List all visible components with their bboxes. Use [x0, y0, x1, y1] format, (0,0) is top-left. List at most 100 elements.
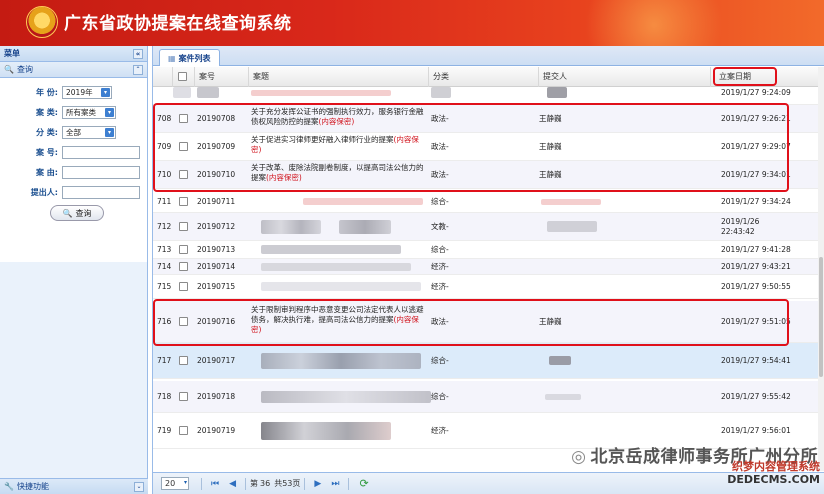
- page-number-input[interactable]: 36: [260, 479, 270, 488]
- blurred-content: [261, 282, 421, 291]
- blurred-content: [261, 421, 391, 440]
- row-category: 综合-: [431, 245, 449, 254]
- row-checkbox[interactable]: [179, 282, 188, 291]
- prev-page-icon[interactable]: ◀: [229, 479, 236, 489]
- row-category: 综合-: [431, 392, 449, 401]
- table-row[interactable]: 711 20190711 综合- 2019/1/27 9:34:24: [153, 191, 821, 213]
- wechat-icon: ◎: [571, 447, 587, 467]
- blurred-content: [547, 87, 567, 98]
- year-select-value: 2019年: [66, 88, 93, 97]
- row-number: 719: [157, 426, 172, 435]
- col-title[interactable]: 案题: [249, 67, 429, 87]
- row-case-no: 20190714: [197, 262, 236, 271]
- last-page-icon[interactable]: ⏭: [331, 479, 339, 489]
- collapse-query-icon[interactable]: ⌃: [133, 65, 143, 75]
- proposer-row: 提出人:: [4, 184, 143, 201]
- menu-title: 菜单: [4, 49, 20, 58]
- page-prefix: 第: [250, 479, 259, 488]
- table-row[interactable]: 715 20190715 经济- 2019/1/27 9:50:55: [153, 275, 821, 299]
- query-button[interactable]: 🔍 查询: [50, 205, 104, 221]
- grid-body: 2019/1/27 9:24:09 708 20190708 关于充分发挥公证书…: [153, 87, 821, 471]
- collapse-sidebar-icon[interactable]: «: [133, 49, 143, 59]
- row-date: 2019/1/27 9:50:55: [721, 281, 791, 291]
- blurred-content: [261, 219, 321, 234]
- row-checkbox[interactable]: [179, 222, 188, 231]
- chevron-down-icon: ▾: [183, 479, 187, 486]
- next-page-icon[interactable]: ▶: [314, 479, 321, 489]
- row-date: 2019/1/27 9:43:21: [721, 261, 791, 271]
- category-select-value: 全部: [66, 128, 81, 137]
- blurred-content: [251, 89, 391, 96]
- row-date: 2019/1/26 22:43:42: [721, 216, 760, 236]
- scrollbar-thumb[interactable]: [819, 257, 823, 377]
- table-row[interactable]: 717 20190717 综合- 2019/1/27 9:54:41: [153, 343, 821, 379]
- row-checkbox[interactable]: [179, 245, 188, 254]
- table-row[interactable]: 718 20190718 综合- 2019/1/27 9:55:42: [153, 381, 821, 413]
- case-subject-input[interactable]: [62, 166, 140, 179]
- select-all-checkbox[interactable]: [178, 72, 187, 81]
- col-case-no[interactable]: 案号: [195, 67, 249, 87]
- grid-icon: ▦: [168, 53, 176, 63]
- highlight-box: [713, 67, 777, 86]
- row-checkbox[interactable]: [179, 356, 188, 365]
- app-header: 广东省政协提案在线查询系统: [0, 0, 824, 46]
- vertical-scrollbar[interactable]: [818, 67, 824, 471]
- row-number: 714: [157, 262, 172, 271]
- row-checkbox[interactable]: [179, 392, 188, 401]
- row-category: 综合-: [431, 197, 449, 206]
- pagination-bar: 20 ▾ ⏮ ◀ 第 36 共53页 ▶ ⏭ ⟳: [153, 472, 824, 494]
- year-select[interactable]: 2019年 ▾: [62, 86, 112, 99]
- table-row[interactable]: 712 20190712 文教- 2019/1/26 22:43:42: [153, 213, 821, 241]
- col-submitter[interactable]: 提交人: [539, 67, 711, 87]
- proposer-input[interactable]: [62, 186, 140, 199]
- table-row[interactable]: 714 20190714 经济- 2019/1/27 9:43:21: [153, 259, 821, 275]
- chevron-down-icon: ▾: [105, 108, 114, 117]
- row-case-no: 20190718: [197, 392, 236, 401]
- row-number: 717: [157, 356, 172, 365]
- col-category[interactable]: 分类: [429, 67, 539, 87]
- query-button-label: 查询: [75, 208, 92, 218]
- page-indicator: 第 36 共53页: [250, 478, 300, 489]
- refresh-icon[interactable]: ⟳: [359, 477, 368, 490]
- row-date: 2019/1/27 9:55:42: [721, 391, 791, 401]
- row-category: 经济-: [431, 426, 449, 435]
- page-size-select[interactable]: 20 ▾: [161, 477, 189, 490]
- first-page-icon[interactable]: ⏮: [211, 479, 219, 489]
- tab-bar: ▦ 案件列表: [153, 46, 824, 66]
- case-number-input[interactable]: [62, 146, 140, 159]
- case-type-select[interactable]: 所有案类 ▾: [62, 106, 116, 119]
- cppcc-emblem-icon: [26, 6, 58, 38]
- divider: [201, 477, 202, 490]
- query-form: 年 份: 2019年 ▾ 案 类: 所有案类 ▾ 分 类: 全部 ▾ 案 号:: [0, 78, 147, 262]
- tab-label: 案件列表: [178, 53, 211, 63]
- quick-functions-title: 快捷功能: [16, 482, 49, 491]
- divider: [245, 477, 247, 490]
- row-case-no: 20190711: [197, 197, 236, 206]
- row-number: 718: [157, 392, 172, 401]
- tab-case-list[interactable]: ▦ 案件列表: [159, 49, 220, 66]
- table-row[interactable]: 713 20190713 综合- 2019/1/27 9:41:28: [153, 241, 821, 259]
- case-type-row: 案 类: 所有案类 ▾: [4, 104, 143, 121]
- search-icon: 🔍: [4, 65, 14, 74]
- row-checkbox[interactable]: [179, 197, 188, 206]
- category-select[interactable]: 全部 ▾: [62, 126, 116, 139]
- row-checkbox[interactable]: [179, 426, 188, 435]
- row-category: 综合-: [431, 356, 449, 365]
- expand-icon[interactable]: ⌄: [134, 482, 144, 492]
- select-all-header[interactable]: [173, 67, 195, 87]
- site-watermark-name: 织梦内容管理系统: [732, 460, 820, 473]
- query-panel-header[interactable]: 🔍 查询 ⌃: [0, 62, 147, 78]
- highlight-box: [153, 299, 789, 346]
- blurred-content: [261, 245, 401, 254]
- row-checkbox[interactable]: [179, 262, 188, 271]
- case-number-row: 案 号:: [4, 144, 143, 161]
- app-title: 广东省政协提案在线查询系统: [64, 14, 292, 34]
- blurred-content: [339, 219, 391, 234]
- case-subject-row: 案 由:: [4, 164, 143, 181]
- category-label: 分 类:: [36, 128, 58, 137]
- row-category: 经济-: [431, 282, 449, 291]
- row-date: 2019/1/27 9:34:24: [721, 196, 791, 206]
- row-category: 文教-: [431, 222, 449, 231]
- row-number: 712: [157, 222, 172, 231]
- quick-functions-header[interactable]: 🔧 快捷功能 ⌄: [0, 478, 148, 494]
